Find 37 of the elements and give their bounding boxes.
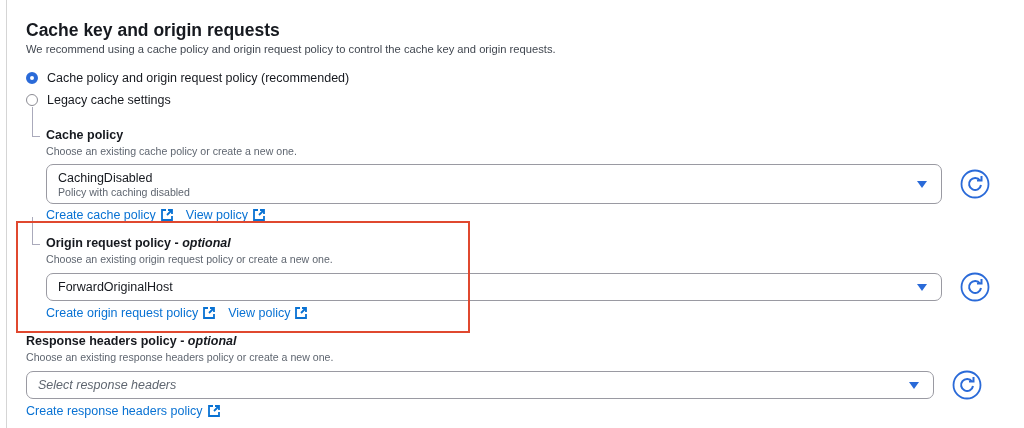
placeholder-text: Select response headers [38,378,178,392]
external-link-icon [207,405,220,417]
refresh-icon [960,169,990,199]
option-description: Policy with caching disabled [58,185,191,199]
external-link-icon [160,209,173,221]
field-description: Choose an existing cache policy or create a new one. [46,144,298,158]
external-link[interactable]: View policy [228,306,308,320]
selected-value: CachingDisabled [58,169,154,186]
refresh-button[interactable] [960,169,990,199]
caret-down-icon [917,283,927,291]
field-label: Cache policy [46,127,125,144]
external-link[interactable]: Create cache policy [46,208,173,222]
select-field[interactable]: ForwardOriginalHost [46,273,942,301]
refresh-icon [960,272,990,302]
section-description: We recommend using a cache policy and origin request policy to control the cache key and origin requests. [26,42,557,57]
refresh-button[interactable] [952,370,982,400]
refresh-button[interactable] [960,272,990,302]
external-link[interactable]: Create origin request policy [46,306,216,320]
radio-label[interactable]: Legacy cache settings [47,93,171,107]
external-link[interactable]: View policy [185,208,266,222]
refresh-icon [952,370,982,400]
field-label: Origin request policy - optional [46,235,232,252]
radio-button[interactable] [26,72,38,84]
caret-down-icon [917,180,927,188]
section-title: Cache key and origin requests [26,19,281,41]
caret-down-icon [909,381,919,389]
external-link-icon [203,307,216,319]
field-label: Response headers policy - optional [26,333,238,350]
external-link-icon [295,307,308,319]
select-field[interactable]: CachingDisabled Policy with caching disabled [46,164,942,204]
external-link[interactable]: Create response headers policy [26,404,220,418]
select-field[interactable]: Select response headers [26,371,934,399]
field-description: Choose an existing origin request policy or create a new one. [46,252,334,266]
radio-label[interactable]: Cache policy and origin request policy (recommended) [47,71,350,85]
external-link-icon [253,209,266,221]
field-description: Choose an existing response headers policy or create a new one. [26,350,335,364]
selected-value: ForwardOriginalHost [58,279,174,295]
